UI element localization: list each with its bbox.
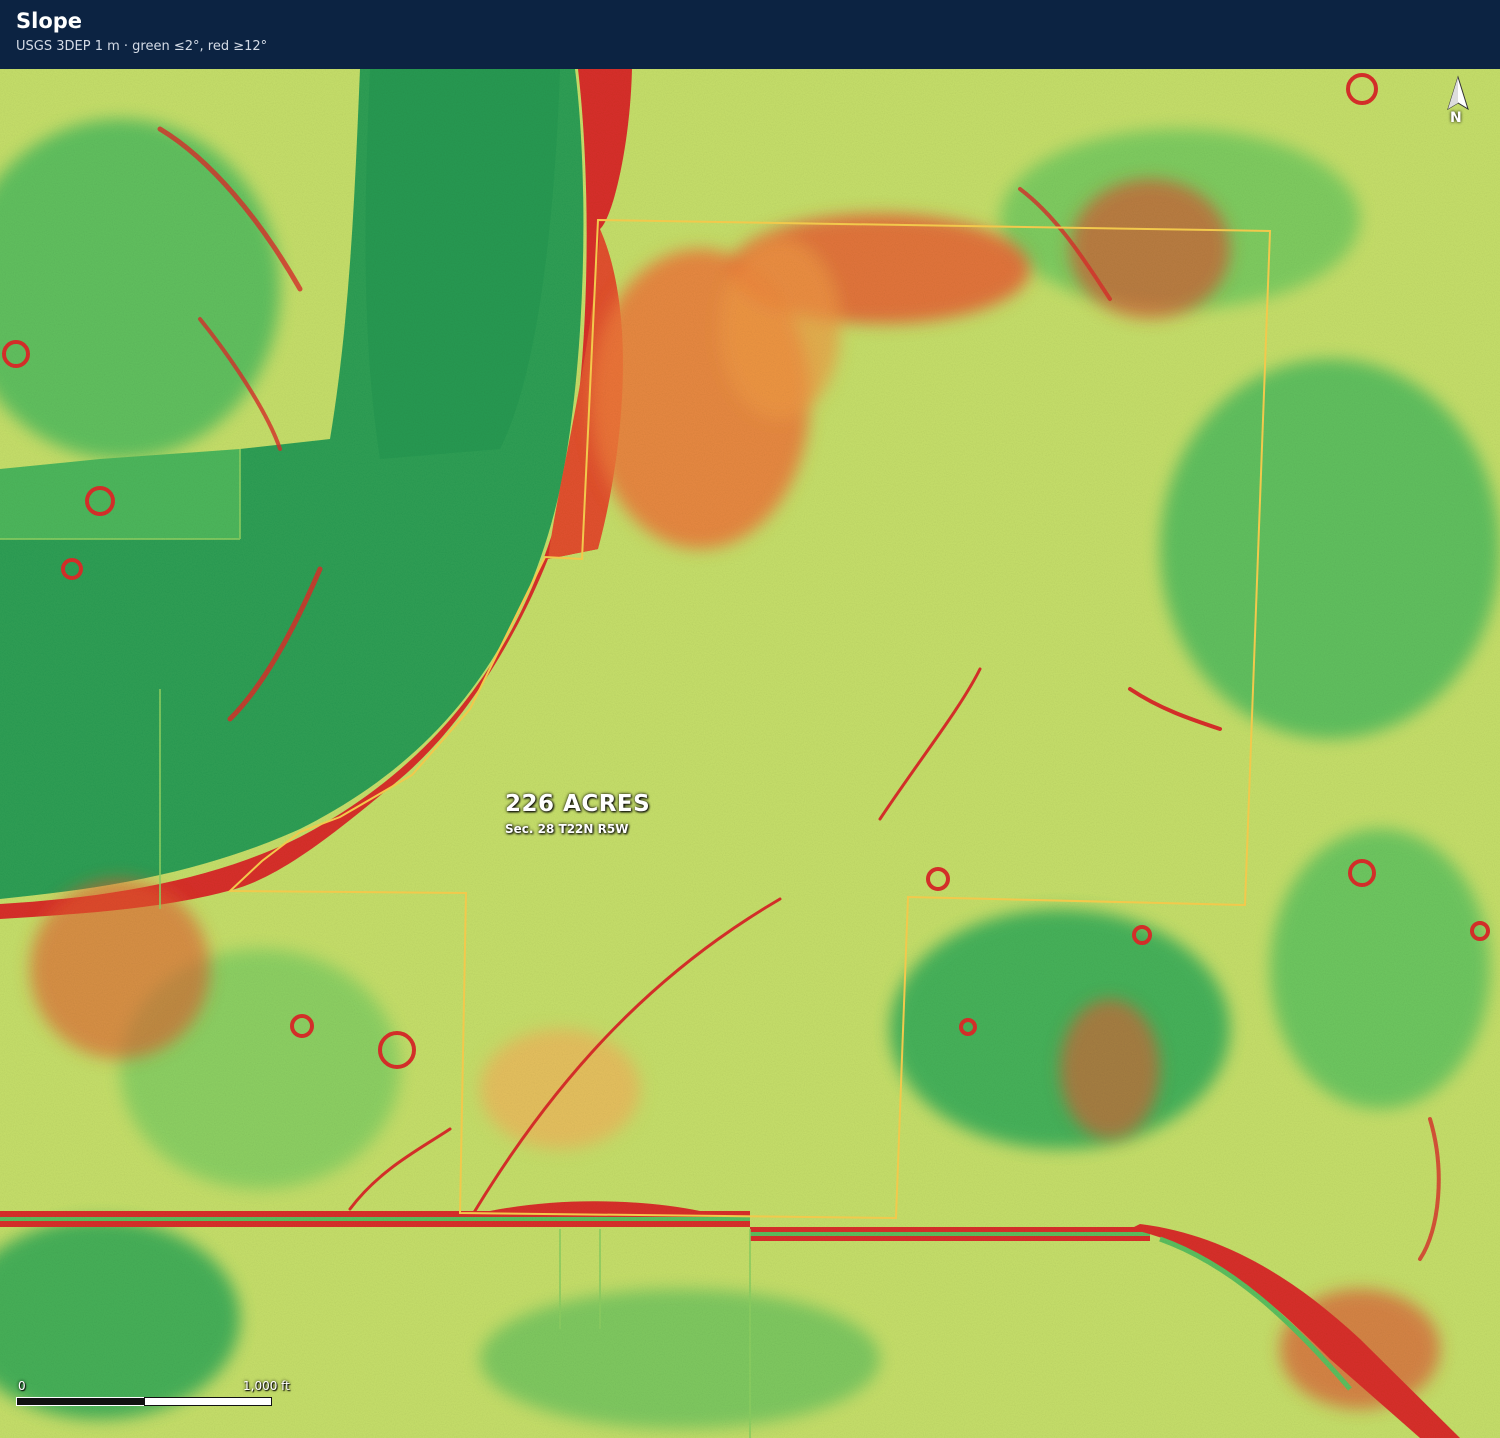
slope-raster	[0, 69, 1500, 1438]
scale-bar: 0 1,000 ft	[16, 1379, 296, 1419]
map-header: Slope USGS 3DEP 1 m · green ≤2°, red ≥12…	[0, 0, 1500, 69]
scale-bar-segment-light	[144, 1397, 272, 1406]
slope-map[interactable]: 226 ACRES Sec. 28 T22N R5W N 0 1,000 ft	[0, 69, 1500, 1438]
parcel-legal-description: Sec. 28 T22N R5W	[505, 822, 629, 836]
scale-end-label: 1,000 ft	[243, 1379, 290, 1393]
map-subtitle: USGS 3DEP 1 m · green ≤2°, red ≥12°	[16, 39, 268, 54]
map-title: Slope	[16, 9, 83, 33]
north-arrow-label: N	[1450, 110, 1462, 126]
scale-start-label: 0	[18, 1379, 26, 1393]
parcel-acres-label: 226 ACRES	[505, 791, 651, 817]
scale-bar-segment-dark	[16, 1397, 145, 1406]
